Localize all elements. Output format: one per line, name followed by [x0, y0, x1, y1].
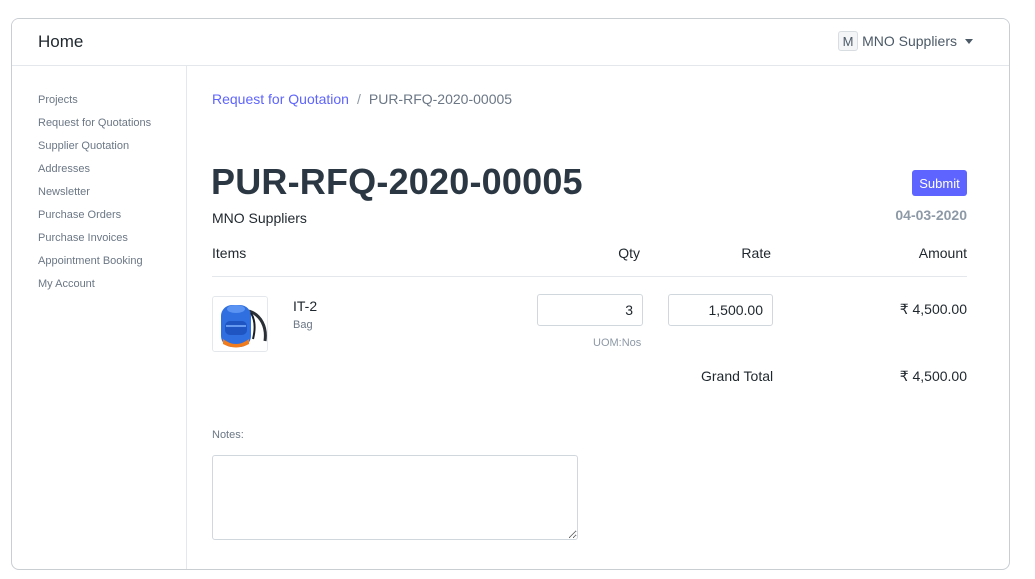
sidebar-item-my-account[interactable]: My Account — [38, 278, 95, 290]
breadcrumb: Request for Quotation / PUR-RFQ-2020-000… — [212, 91, 512, 107]
sidebar-item-purchase-orders[interactable]: Purchase Orders — [38, 209, 121, 221]
sidebar-item-newsletter[interactable]: Newsletter — [38, 186, 90, 198]
sidebar-item-addresses[interactable]: Addresses — [38, 163, 90, 175]
backpack-icon — [221, 305, 267, 348]
document-date: 04-03-2020 — [895, 207, 967, 223]
user-menu-dropdown[interactable]: M MNO Suppliers — [838, 31, 973, 51]
supplier-name: MNO Suppliers — [212, 210, 307, 226]
breadcrumb-separator: / — [356, 91, 361, 107]
item-image — [212, 296, 268, 352]
app-frame: Home M MNO Suppliers Projects Request fo… — [11, 18, 1010, 570]
user-name: MNO Suppliers — [862, 33, 957, 49]
table-divider — [212, 276, 967, 277]
item-amount: ₹ 4,500.00 — [899, 301, 967, 317]
notes-textarea[interactable] — [212, 455, 578, 540]
items-column-header: Items — [212, 245, 247, 261]
qty-column-header: Qty — [618, 245, 640, 261]
sidebar-item-purchase-invoices[interactable]: Purchase Invoices — [38, 232, 128, 244]
notes-label: Notes: — [212, 429, 244, 441]
navbar: Home M MNO Suppliers — [12, 19, 1009, 66]
rate-input[interactable] — [668, 294, 773, 326]
qty-input[interactable] — [537, 294, 643, 326]
sidebar-item-appointment-booking[interactable]: Appointment Booking — [38, 255, 143, 267]
grand-total-label: Grand Total — [701, 368, 774, 384]
sidebar-item-projects[interactable]: Projects — [38, 94, 78, 106]
main-content: Request for Quotation / PUR-RFQ-2020-000… — [187, 66, 1009, 569]
breadcrumb-parent-link[interactable]: Request for Quotation — [212, 91, 349, 107]
uom-label: UOM:Nos — [593, 337, 642, 349]
page-title: PUR-RFQ-2020-00005 — [211, 161, 583, 202]
submit-button[interactable]: Submit — [912, 170, 967, 196]
item-name: Bag — [293, 319, 313, 331]
home-link[interactable]: Home — [38, 32, 83, 52]
breadcrumb-current: PUR-RFQ-2020-00005 — [368, 91, 513, 107]
rate-column-header: Rate — [741, 245, 771, 261]
grand-total-value: ₹ 4,500.00 — [899, 368, 967, 384]
amount-column-header: Amount — [918, 245, 967, 261]
caret-down-icon — [965, 38, 973, 44]
sidebar-item-supplier-quotation[interactable]: Supplier Quotation — [38, 140, 129, 152]
sidebar-item-request-for-quotations[interactable]: Request for Quotations — [38, 117, 151, 129]
item-code: IT-2 — [293, 298, 318, 314]
sidebar: Projects Request for Quotations Supplier… — [12, 66, 187, 569]
avatar: M — [838, 31, 859, 51]
